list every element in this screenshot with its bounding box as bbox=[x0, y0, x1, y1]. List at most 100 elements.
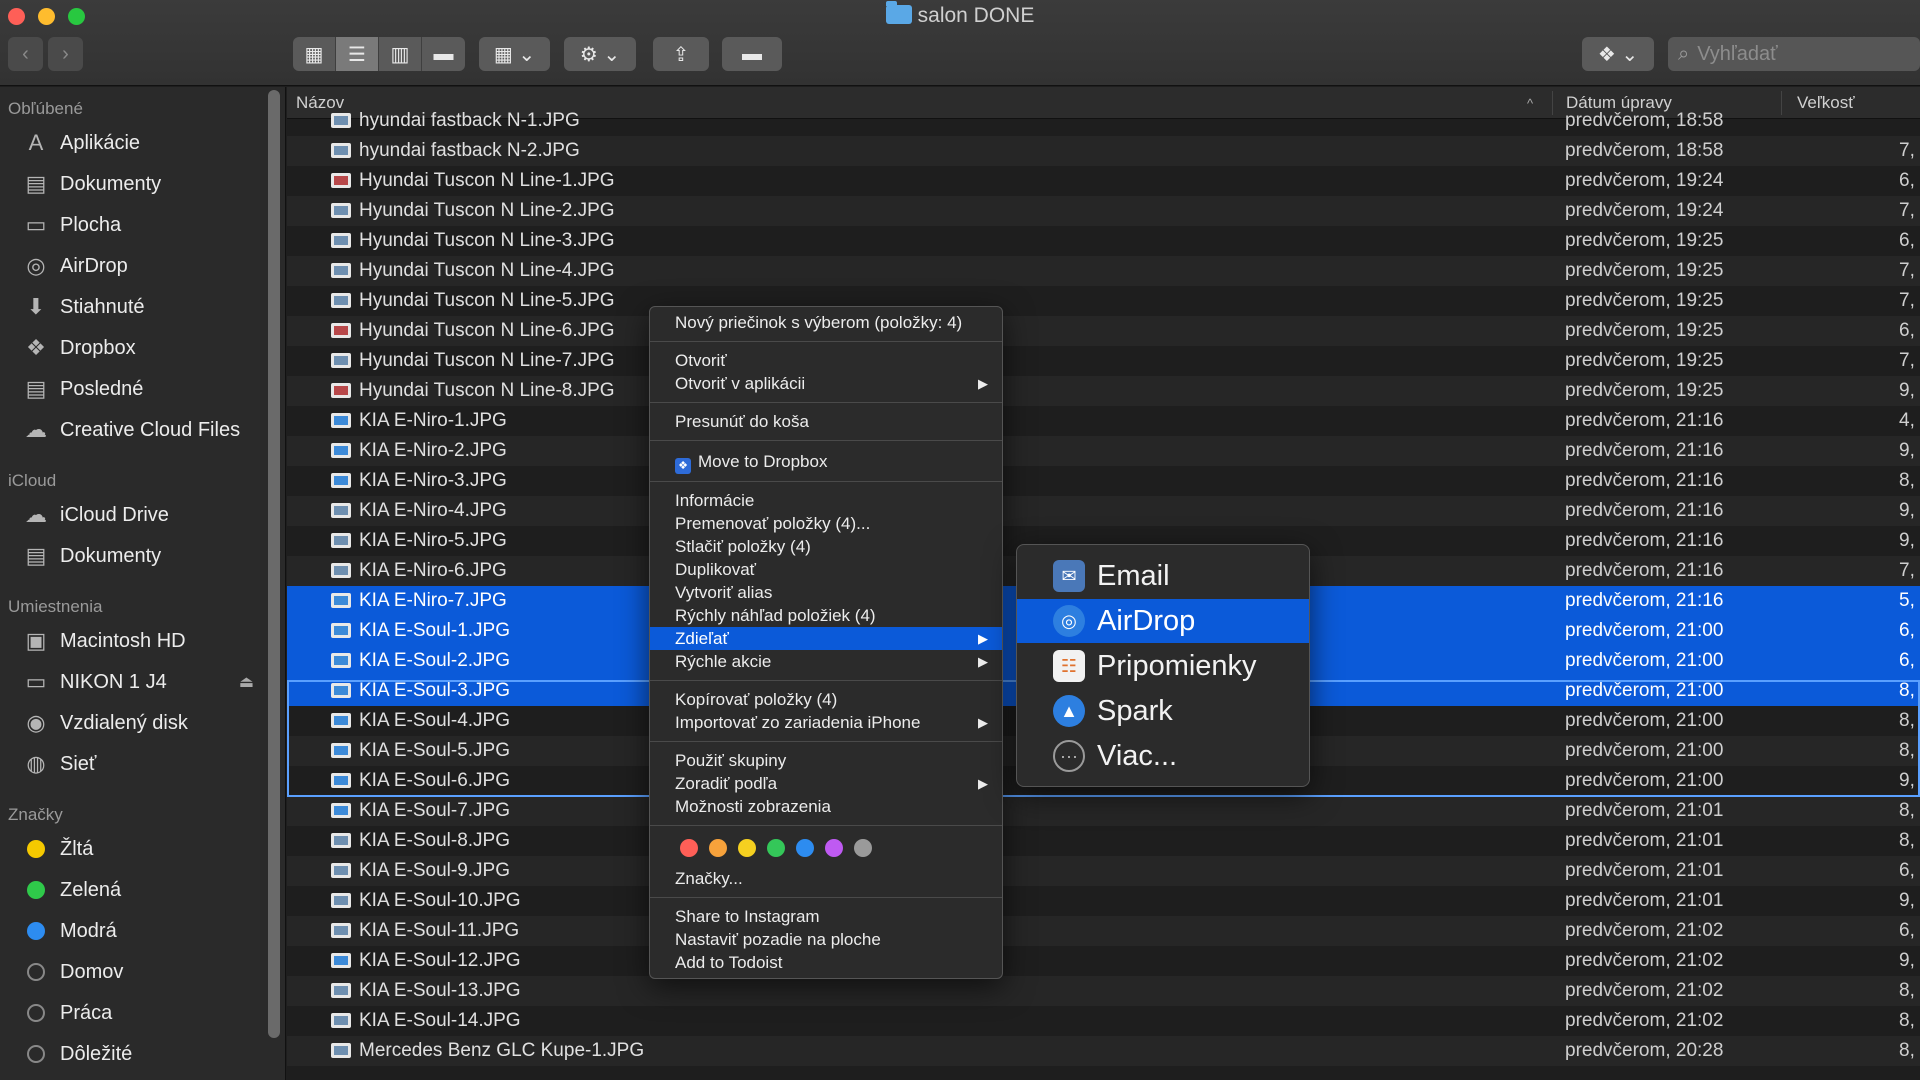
menu-import-iphone[interactable]: Importovať zo zariadenia iPhone ▶ bbox=[650, 711, 1002, 734]
sidebar-item-dropbox[interactable]: ❖ Dropbox bbox=[0, 329, 262, 367]
table-row[interactable]: KIA E-Soul-10.JPG predvčerom, 21:01 9, bbox=[287, 886, 1920, 916]
sidebar-tag-important[interactable]: Dôležité bbox=[0, 1035, 262, 1073]
sidebar-item-recents[interactable]: ▤ Posledné bbox=[0, 370, 262, 408]
sidebar-item-downloads[interactable]: ⬇ Stiahnuté bbox=[0, 288, 262, 326]
table-row[interactable]: KIA E-Niro-2.JPG predvčerom, 21:16 9, bbox=[287, 436, 1920, 466]
sidebar-item-airdrop[interactable]: ◎ AirDrop bbox=[0, 247, 262, 285]
column-view-button[interactable]: ▥ bbox=[379, 37, 422, 71]
edit-tags-button[interactable]: ▬ bbox=[722, 37, 782, 71]
sidebar-tag-work[interactable]: Práca bbox=[0, 994, 262, 1032]
forward-button[interactable]: › bbox=[48, 37, 83, 71]
tag-color-red[interactable] bbox=[680, 839, 698, 857]
share-spark[interactable]: ▲ Spark bbox=[1017, 689, 1309, 733]
menu-add-to-todoist[interactable]: Add to Todoist bbox=[650, 951, 1002, 974]
share-email[interactable]: ✉ Email bbox=[1017, 554, 1309, 598]
share-button[interactable]: ⇪ bbox=[653, 37, 709, 71]
menu-rename[interactable]: Premenovať položky (4)... bbox=[650, 512, 1002, 535]
table-row[interactable]: KIA E-Soul-9.JPG predvčerom, 21:01 6, bbox=[287, 856, 1920, 886]
file-size: 9, bbox=[1899, 380, 1915, 401]
table-row[interactable]: hyundai fastback N-2.JPG predvčerom, 18:5… bbox=[287, 136, 1920, 166]
file-date: predvčerom, 21:16 bbox=[1565, 410, 1724, 431]
tag-color-blue[interactable] bbox=[796, 839, 814, 857]
menu-duplicate[interactable]: Duplikovať bbox=[650, 558, 1002, 581]
table-row[interactable]: KIA E-Soul-11.JPG predvčerom, 21:02 6, bbox=[287, 916, 1920, 946]
table-row[interactable]: Hyundai Tuscon N Line-5.JPG predvčerom, 1… bbox=[287, 286, 1920, 316]
sidebar-tag-home[interactable]: Domov bbox=[0, 953, 262, 991]
table-row[interactable]: Hyundai Tuscon N Line-7.JPG predvčerom, 1… bbox=[287, 346, 1920, 376]
back-button[interactable]: ‹ bbox=[8, 37, 43, 71]
tag-color-yellow[interactable] bbox=[738, 839, 756, 857]
gear-icon: ⚙ ⌄ bbox=[579, 43, 621, 66]
tag-color-purple[interactable] bbox=[825, 839, 843, 857]
menu-open[interactable]: Otvoriť bbox=[650, 349, 1002, 372]
table-row[interactable]: Hyundai Tuscon N Line-4.JPG predvčerom, 1… bbox=[287, 256, 1920, 286]
menu-info[interactable]: Informácie bbox=[650, 489, 1002, 512]
table-row[interactable]: KIA E-Niro-4.JPG predvčerom, 21:16 9, bbox=[287, 496, 1920, 526]
table-row[interactable]: KIA E-Soul-8.JPG predvčerom, 21:01 8, bbox=[287, 826, 1920, 856]
sidebar-item-desktop[interactable]: ▭ Plocha bbox=[0, 206, 262, 244]
menu-new-folder-with-selection[interactable]: Nový priečinok s výberom (položky: 4) bbox=[650, 311, 1002, 334]
tag-color-green[interactable] bbox=[767, 839, 785, 857]
sidebar-item-nikon[interactable]: ▭ NIKON 1 J4 ⏏ bbox=[0, 663, 262, 701]
table-row[interactable]: Hyundai Tuscon N Line-2.JPG predvčerom, 1… bbox=[287, 196, 1920, 226]
share-more[interactable]: ··· Viac... bbox=[1017, 734, 1309, 778]
sidebar-item-macintosh-hd[interactable]: ▣ Macintosh HD bbox=[0, 622, 262, 660]
gallery-view-button[interactable]: ▬ bbox=[422, 37, 465, 71]
table-row[interactable]: KIA E-Niro-3.JPG predvčerom, 21:16 8, bbox=[287, 466, 1920, 496]
table-row[interactable]: KIA E-Soul-7.JPG predvčerom, 21:01 8, bbox=[287, 796, 1920, 826]
share-airdrop[interactable]: ◎ AirDrop bbox=[1017, 599, 1309, 643]
sidebar-item-remote-disk[interactable]: ◉ Vzdialený disk bbox=[0, 704, 262, 742]
menu-compress[interactable]: Stlačiť položky (4) bbox=[650, 535, 1002, 558]
group-button[interactable]: ▦ ⌄ bbox=[479, 37, 550, 71]
dropbox-button[interactable]: ❖ ⌄ bbox=[1582, 37, 1654, 71]
table-row[interactable]: Hyundai Tuscon N Line-6.JPG predvčerom, 1… bbox=[287, 316, 1920, 346]
search-input[interactable] bbox=[1697, 42, 1898, 66]
search-field[interactable]: ⌕ bbox=[1668, 37, 1920, 71]
image-file-icon bbox=[331, 143, 351, 158]
sidebar-item-icloud-drive[interactable]: ☁ iCloud Drive bbox=[0, 496, 262, 534]
share-reminders[interactable]: ☷ Pripomienky bbox=[1017, 644, 1309, 688]
menu-view-options[interactable]: Možnosti zobrazenia bbox=[650, 795, 1002, 818]
menu-quick-actions[interactable]: Rýchle akcie ▶ bbox=[650, 650, 1002, 673]
tag-color-gray[interactable] bbox=[854, 839, 872, 857]
sidebar-item-applications[interactable]: A Aplikácie bbox=[0, 124, 262, 162]
table-row[interactable]: KIA E-Niro-1.JPG predvčerom, 21:16 4, bbox=[287, 406, 1920, 436]
table-row[interactable]: Mercedes Benz GLC Kupe-1.JPG predvčerom, … bbox=[287, 1036, 1920, 1066]
menu-make-alias[interactable]: Vytvoriť alias bbox=[650, 581, 1002, 604]
sidebar-item-network[interactable]: ◍ Sieť bbox=[0, 745, 262, 783]
table-row[interactable]: Hyundai Tuscon N Line-1.JPG predvčerom, 1… bbox=[287, 166, 1920, 196]
icon-view-button[interactable]: ▦ bbox=[293, 37, 336, 71]
menu-open-with[interactable]: Otvoriť v aplikácii ▶ bbox=[650, 372, 1002, 395]
sidebar-scrollbar[interactable] bbox=[268, 90, 280, 1038]
sidebar-item-documents[interactable]: ▤ Dokumenty bbox=[0, 165, 262, 203]
image-file-icon bbox=[331, 683, 351, 698]
sidebar-tag-yellow[interactable]: Žltá bbox=[0, 830, 262, 868]
menu-share[interactable]: Zdieľať ▶ bbox=[650, 627, 1002, 650]
table-row[interactable]: KIA E-Soul-13.JPG predvčerom, 21:02 8, bbox=[287, 976, 1920, 1006]
menu-tags[interactable]: Značky... bbox=[650, 867, 1002, 890]
menu-quick-look[interactable]: Rýchly náhľad položiek (4) bbox=[650, 604, 1002, 627]
table-row[interactable]: hyundai fastback N-1.JPG predvčerom, 18:5… bbox=[287, 106, 1920, 136]
sidebar-tag-green[interactable]: Zelená bbox=[0, 871, 262, 909]
file-size: 9, bbox=[1899, 950, 1915, 971]
sidebar-item-creative-cloud[interactable]: ☁ Creative Cloud Files bbox=[0, 411, 262, 449]
table-row[interactable]: Hyundai Tuscon N Line-3.JPG predvčerom, 1… bbox=[287, 226, 1920, 256]
table-row[interactable]: KIA E-Soul-12.JPG predvčerom, 21:02 9, bbox=[287, 946, 1920, 976]
eject-icon[interactable]: ⏏ bbox=[239, 672, 254, 692]
menu-move-to-trash[interactable]: Presunúť do koša bbox=[650, 410, 1002, 433]
sidebar-tag-blue[interactable]: Modrá bbox=[0, 912, 262, 950]
menu-move-to-dropbox[interactable]: ❖ Move to Dropbox bbox=[650, 450, 1002, 474]
menu-share-instagram[interactable]: Share to Instagram bbox=[650, 905, 1002, 928]
list-view-button[interactable]: ☰ bbox=[336, 37, 379, 71]
image-file-icon bbox=[331, 503, 351, 518]
menu-sort-by[interactable]: Zoradiť podľa ▶ bbox=[650, 772, 1002, 795]
image-file-icon bbox=[331, 113, 351, 128]
menu-use-groups[interactable]: Použiť skupiny bbox=[650, 749, 1002, 772]
tag-color-orange[interactable] bbox=[709, 839, 727, 857]
table-row[interactable]: KIA E-Soul-14.JPG predvčerom, 21:02 8, bbox=[287, 1006, 1920, 1036]
sidebar-item-icloud-documents[interactable]: ▤ Dokumenty bbox=[0, 537, 262, 575]
action-button[interactable]: ⚙ ⌄ bbox=[564, 37, 636, 71]
menu-copy[interactable]: Kopírovať položky (4) bbox=[650, 688, 1002, 711]
menu-set-desktop-picture[interactable]: Nastaviť pozadie na ploche bbox=[650, 928, 1002, 951]
table-row[interactable]: Hyundai Tuscon N Line-8.JPG predvčerom, 1… bbox=[287, 376, 1920, 406]
